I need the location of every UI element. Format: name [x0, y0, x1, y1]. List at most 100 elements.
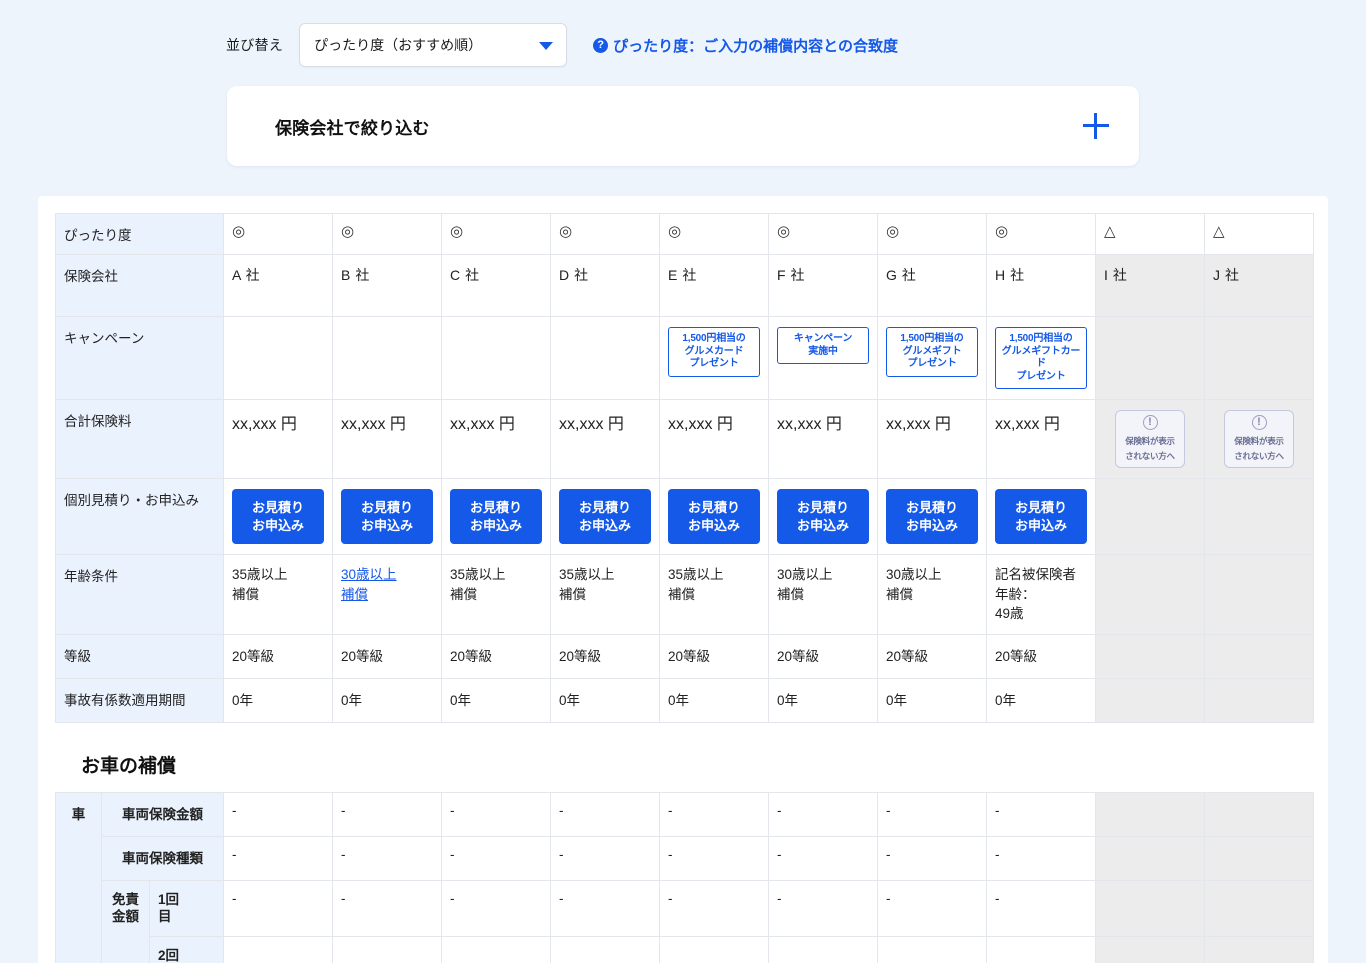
premium-value: xx,xxx 円 [441, 399, 551, 479]
coverage-row-type: 車両保険種類 - - - - - - - - [56, 835, 1314, 881]
grade-value: 20等級 [441, 633, 551, 679]
apply-cell: お見積り お申込み [332, 477, 442, 556]
campaign-cell [550, 316, 660, 400]
premium-value: xx,xxx 円 [768, 399, 878, 479]
apply-cell [1204, 477, 1314, 556]
campaign-cell: 1,500円相当の グルメギフト プレゼント [877, 316, 987, 400]
age-value: 30歳以上 補償 [886, 567, 942, 602]
age-value: 記名被保険者 年齢： 49歳 [995, 567, 1076, 622]
premium-not-shown-button[interactable]: ! 保険料が表示 されない方へ [1115, 410, 1185, 468]
age-cell: 30歳以上 補償 [877, 554, 987, 635]
fit-cell: ◎ [768, 213, 878, 255]
coverage-cell: - [441, 879, 551, 937]
coverage-cell: - [332, 791, 442, 837]
premium-value: xx,xxx 円 [332, 399, 442, 479]
campaign-badge[interactable]: 1,500円相当の グルメギフト プレゼント [886, 327, 978, 377]
coverage-table: 車 車両保険金額 - - - - - - - - 車両保険種類 - - - - … [55, 791, 1314, 963]
coverage-cell: - [223, 835, 333, 881]
quote-apply-button[interactable]: お見積り お申込み [341, 489, 433, 545]
accident-period-value: 0年 [659, 677, 769, 723]
sort-bar: 並び替え ぴったり度（おすすめ順） ? ぴったり度：ご入力の補償内容との合致度 [0, 0, 1366, 72]
age-value: 35歳以上 補償 [559, 567, 615, 602]
apply-cell: お見積り お申込み [768, 477, 878, 556]
age-cell [1095, 554, 1205, 635]
company-name: E 社 [668, 267, 697, 283]
coverage-cell: - [223, 879, 333, 937]
age-cell: 30歳以上 補償 [768, 554, 878, 635]
coverage-cell [1204, 791, 1314, 837]
premium-not-shown-button[interactable]: ! 保険料が表示 されない方へ [1224, 410, 1294, 468]
age-value-link[interactable]: 30歳以上 補償 [341, 567, 397, 602]
age-value: 30歳以上 補償 [777, 567, 833, 602]
coverage-cell: - [441, 835, 551, 881]
accident-period-value: 0年 [441, 677, 551, 723]
quote-apply-button[interactable]: お見積り お申込み [886, 489, 978, 545]
company-name: G 社 [886, 267, 917, 283]
fit-degree-help-link[interactable]: ? ぴったり度：ご入力の補償内容との合致度 [593, 35, 898, 56]
table-row-premium: 合計保険料 xx,xxx 円 xx,xxx 円 xx,xxx 円 xx,xxx … [55, 399, 1314, 479]
coverage-cell [441, 935, 551, 963]
age-cell: 記名被保険者 年齢： 49歳 [986, 554, 1096, 635]
coverage-row-deductible-2: 2回目 [56, 935, 1314, 963]
grade-value: 20等級 [986, 633, 1096, 679]
coverage-row-label: 車両保険金額 [101, 791, 224, 837]
coverage-cell [223, 935, 333, 963]
fit-cell: ◎ [877, 213, 987, 255]
company-name: C 社 [450, 267, 480, 283]
quote-apply-button[interactable]: お見積り お申込み [450, 489, 542, 545]
campaign-badge[interactable]: 1,500円相当の グルメギフトカード プレゼント [995, 327, 1087, 389]
coverage-cell: - [223, 791, 333, 837]
table-row-fit: ぴったり度 ◎ ◎ ◎ ◎ ◎ ◎ ◎ ◎ △ △ [55, 213, 1314, 255]
premium-not-shown-label: 保険料が表示 されない方へ [1125, 436, 1175, 461]
row-label-grade: 等級 [55, 633, 224, 679]
premium-value: xx,xxx 円 [877, 399, 987, 479]
coverage-row-amount: 車 車両保険金額 - - - - - - - - [55, 791, 1314, 963]
campaign-cell: 1,500円相当の グルメギフトカード プレゼント [986, 316, 1096, 400]
comparison-panel: ぴったり度 ◎ ◎ ◎ ◎ ◎ ◎ ◎ ◎ △ △ 保険会社 A 社 B 社 C… [38, 196, 1328, 963]
plus-icon[interactable] [1083, 113, 1109, 139]
company-name: D 社 [559, 267, 589, 283]
coverage-cell: - [986, 835, 1096, 881]
row-label-fit: ぴったり度 [55, 213, 224, 255]
deductible-sub-label: 1回目 [149, 879, 224, 937]
sort-select[interactable]: ぴったり度（おすすめ順） [299, 23, 568, 67]
campaign-badge[interactable]: 1,500円相当の グルメカード プレゼント [668, 327, 760, 377]
quote-apply-button[interactable]: お見積り お申込み [668, 489, 760, 545]
coverage-cell: - [441, 791, 551, 837]
accident-period-value [1204, 677, 1314, 723]
fit-cell: ◎ [550, 213, 660, 255]
coverage-cell: - [768, 791, 878, 837]
campaign-cell: 1,500円相当の グルメカード プレゼント [659, 316, 769, 400]
coverage-cell: - [659, 791, 769, 837]
quote-apply-button[interactable]: お見積り お申込み [232, 489, 324, 545]
fit-mark: ◎ [777, 223, 791, 240]
coverage-cell: - [659, 879, 769, 937]
coverage-cell [659, 935, 769, 963]
row-label-company: 保険会社 [55, 254, 224, 317]
fit-mark: ◎ [886, 223, 900, 240]
premium-unavailable-cell: ! 保険料が表示 されない方へ [1204, 399, 1314, 479]
campaign-badge[interactable]: キャンペーン 実施中 [777, 327, 869, 364]
row-label-accident-period: 事故有係数適用期間 [55, 677, 224, 723]
company-name: F 社 [777, 267, 806, 283]
campaign-cell [1095, 316, 1205, 400]
row-label-campaign: キャンペーン [55, 316, 224, 400]
quote-apply-button[interactable]: お見積り お申込み [995, 489, 1087, 545]
table-row-accident-period: 事故有係数適用期間 0年 0年 0年 0年 0年 0年 0年 0年 [55, 677, 1314, 723]
quote-apply-button[interactable]: お見積り お申込み [559, 489, 651, 545]
quote-apply-button[interactable]: お見積り お申込み [777, 489, 869, 545]
coverage-row-label: 車両保険種類 [101, 835, 224, 881]
campaign-cell [223, 316, 333, 400]
table-row-company: 保険会社 A 社 B 社 C 社 D 社 E 社 F 社 G 社 H 社 I 社… [55, 254, 1314, 317]
coverage-cell [1204, 935, 1314, 963]
fit-cell: △ [1095, 213, 1205, 255]
coverage-group-label: 車 [55, 791, 102, 963]
sort-label: 並び替え [226, 37, 284, 53]
coverage-cell [768, 935, 878, 963]
accident-period-value: 0年 [986, 677, 1096, 723]
premium-not-shown-label: 保険料が表示 されない方へ [1234, 436, 1284, 461]
insurer-filter-card[interactable]: 保険会社で絞り込む [227, 86, 1139, 166]
apply-cell: お見積り お申込み [550, 477, 660, 556]
row-label-premium: 合計保険料 [55, 399, 224, 479]
coverage-cell: - [659, 835, 769, 881]
